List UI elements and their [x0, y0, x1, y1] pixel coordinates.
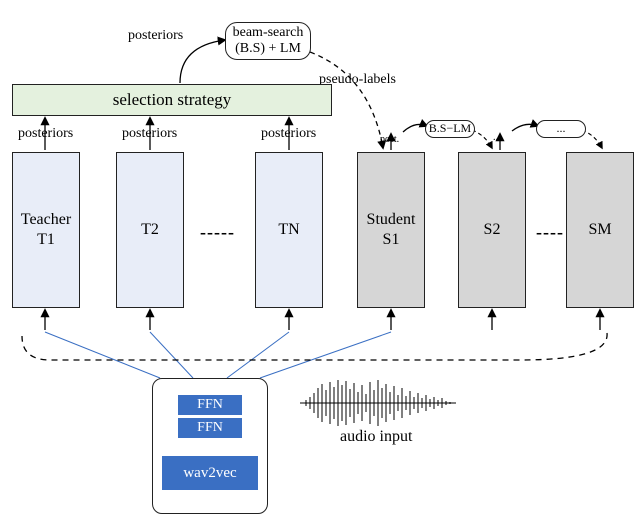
beam-search-box: beam-search (B.S) + LM [225, 22, 311, 60]
posteriors-label-2: posteriors [122, 126, 177, 142]
teacher-tn-label: TN [278, 220, 299, 240]
teacher-t1-line1: Teacher [21, 210, 71, 230]
ellipsis-mini-label: ... [557, 122, 566, 136]
s2-ellipsis-label: ... [493, 132, 501, 143]
student-s2-label: S2 [484, 220, 501, 240]
teacher-dashes: ----- [200, 222, 235, 243]
posteriors-label-3: posteriors [261, 126, 316, 142]
student-s1-line1: Student [367, 210, 416, 230]
audio-input-label: audio input [340, 428, 412, 446]
wav2vec-block: wav2vec [162, 456, 258, 490]
beam-search-line2: (B.S) + LM [235, 41, 301, 57]
teacher-t1-box: Teacher T1 [12, 152, 80, 308]
teacher-t1-line2: T1 [37, 230, 55, 250]
student-s2-box: S2 [458, 152, 526, 308]
student-sm-label: SM [588, 220, 611, 240]
ellipsis-mini-box: ... [536, 120, 586, 138]
posteriors-label-1: posteriors [18, 126, 73, 142]
ffn-label-2: FFN [197, 397, 223, 413]
beam-search-line1: beam-search [233, 25, 304, 41]
selection-strategy-label: selection strategy [113, 90, 232, 110]
audio-waveform-icon [300, 378, 456, 428]
teacher-t2-box: T2 [116, 152, 184, 308]
teacher-tn-box: TN [255, 152, 323, 308]
s1-post-label: post. [380, 134, 399, 145]
student-sm-box: SM [566, 152, 634, 308]
selection-strategy-box: selection strategy [12, 84, 332, 116]
ffn-block-1: FFN [178, 418, 242, 438]
student-dashes: ---- [536, 222, 564, 243]
teacher-t2-label: T2 [141, 220, 159, 240]
bs-lm-mini-box: B.S−LM [425, 120, 475, 138]
ffn-block-2: FFN [178, 395, 242, 415]
student-s1-box: Student S1 [357, 152, 425, 308]
wav2vec-label: wav2vec [183, 465, 236, 482]
ffn-label-1: FFN [197, 420, 223, 436]
diagram-canvas: beam-search (B.S) + LM posteriors pseudo… [0, 0, 640, 522]
bs-lm-mini-label: B.S−LM [429, 122, 471, 136]
student-s1-line2: S1 [383, 230, 400, 250]
posteriors-top-label: posteriors [128, 28, 183, 44]
